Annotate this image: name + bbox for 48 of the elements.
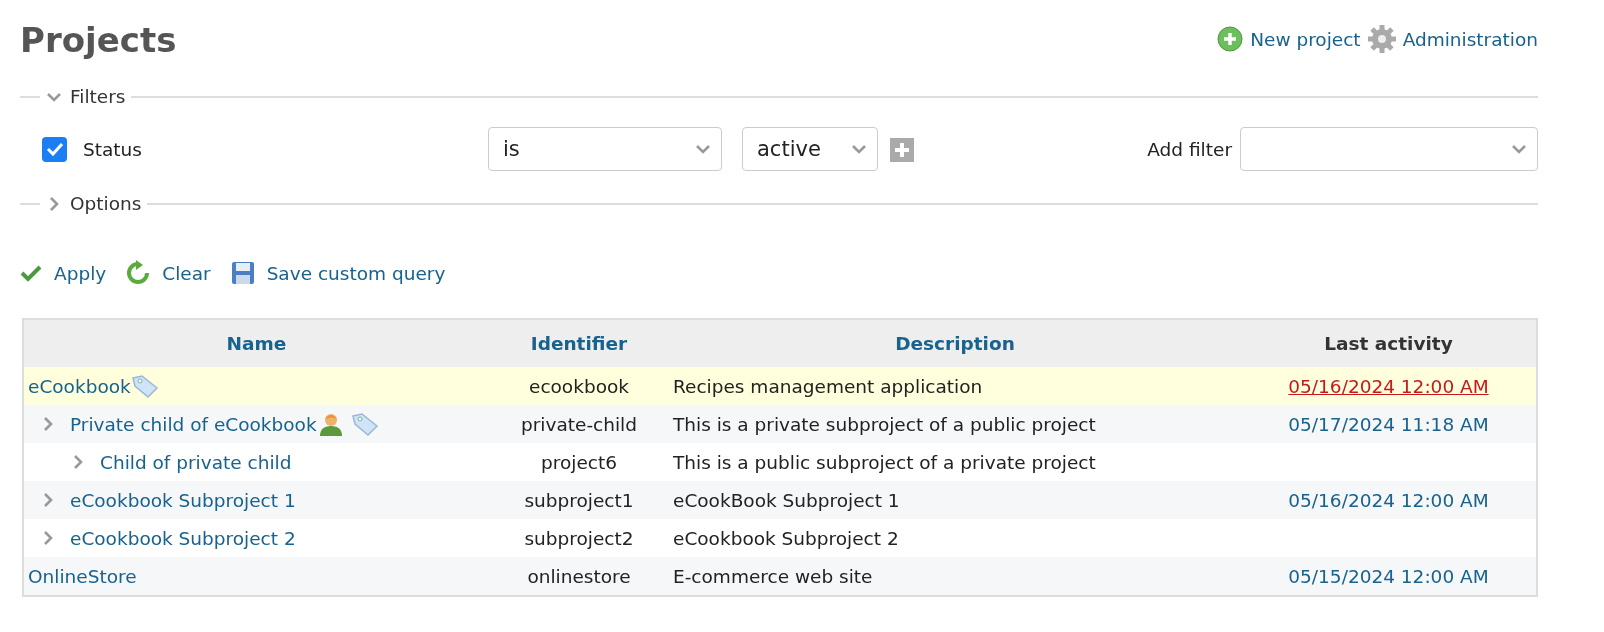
project-link[interactable]: Private child of eCookbook bbox=[70, 413, 317, 435]
options-toggle[interactable]: Options bbox=[46, 193, 142, 214]
activity-link[interactable]: 05/15/2024 12:00 AM bbox=[1288, 565, 1489, 587]
filter-label: Status bbox=[83, 138, 143, 160]
description-cell: This is a private subproject of a public project bbox=[669, 405, 1241, 443]
action-link[interactable]: Administration bbox=[1402, 28, 1538, 50]
plus-icon[interactable] bbox=[890, 138, 914, 162]
identifier-cell: ecookbook bbox=[489, 367, 669, 405]
reload-icon bbox=[126, 260, 151, 286]
column-header[interactable]: Name bbox=[23, 319, 489, 367]
identifier-cell: onlinestore bbox=[489, 557, 669, 596]
add-filter-select[interactable] bbox=[1240, 127, 1538, 171]
project-link[interactable]: eCookbook Subproject 1 bbox=[70, 489, 296, 511]
add-filter-label: Add filter bbox=[1147, 138, 1232, 160]
identifier-cell: subproject1 bbox=[489, 481, 669, 519]
activity-link[interactable]: 05/16/2024 12:00 AM bbox=[1288, 375, 1489, 397]
project-link[interactable]: Child of private child bbox=[100, 451, 292, 473]
column-header[interactable]: Description bbox=[669, 319, 1241, 367]
description-cell: This is a public subproject of a private project bbox=[669, 443, 1241, 481]
project-link[interactable]: eCookbook Subproject 2 bbox=[70, 527, 296, 549]
status-checkbox[interactable] bbox=[42, 136, 67, 162]
checkmark-icon bbox=[20, 264, 42, 282]
activity-link[interactable]: 05/17/2024 11:18 AM bbox=[1288, 413, 1489, 435]
activity-link[interactable]: 05/16/2024 12:00 AM bbox=[1288, 489, 1489, 511]
query-link[interactable]: Save custom query bbox=[230, 261, 446, 285]
description-cell: E-commerce web site bbox=[669, 557, 1241, 596]
settings-icon bbox=[1366, 24, 1397, 54]
identifier-cell: project6 bbox=[489, 443, 669, 481]
identifier-cell: subproject2 bbox=[489, 519, 669, 557]
page-title: Projects bbox=[20, 20, 177, 60]
project-link[interactable]: OnlineStore bbox=[28, 565, 137, 587]
value-select[interactable]: active bbox=[742, 127, 878, 171]
description-cell: eCookbook Subproject 2 bbox=[669, 519, 1241, 557]
description-cell: eCookBook Subproject 1 bbox=[669, 481, 1241, 519]
plus-circle-icon bbox=[1216, 25, 1245, 53]
filters-toggle[interactable]: Filters bbox=[46, 86, 126, 107]
project-link[interactable]: eCookbook bbox=[28, 375, 131, 397]
query-link[interactable]: Apply bbox=[20, 262, 107, 284]
query-link[interactable]: Clear bbox=[126, 260, 211, 286]
action-link[interactable]: New project bbox=[1250, 28, 1361, 50]
operator-select[interactable]: is bbox=[488, 127, 722, 171]
tag-icon bbox=[350, 412, 379, 436]
description-cell: Recipes management application bbox=[669, 367, 1241, 405]
identifier-cell: private-child bbox=[489, 405, 669, 443]
tag-icon bbox=[130, 374, 159, 398]
column-header[interactable]: Identifier bbox=[489, 319, 669, 367]
checkmark-icon bbox=[45, 141, 64, 157]
column-header: Last activity bbox=[1241, 319, 1537, 367]
